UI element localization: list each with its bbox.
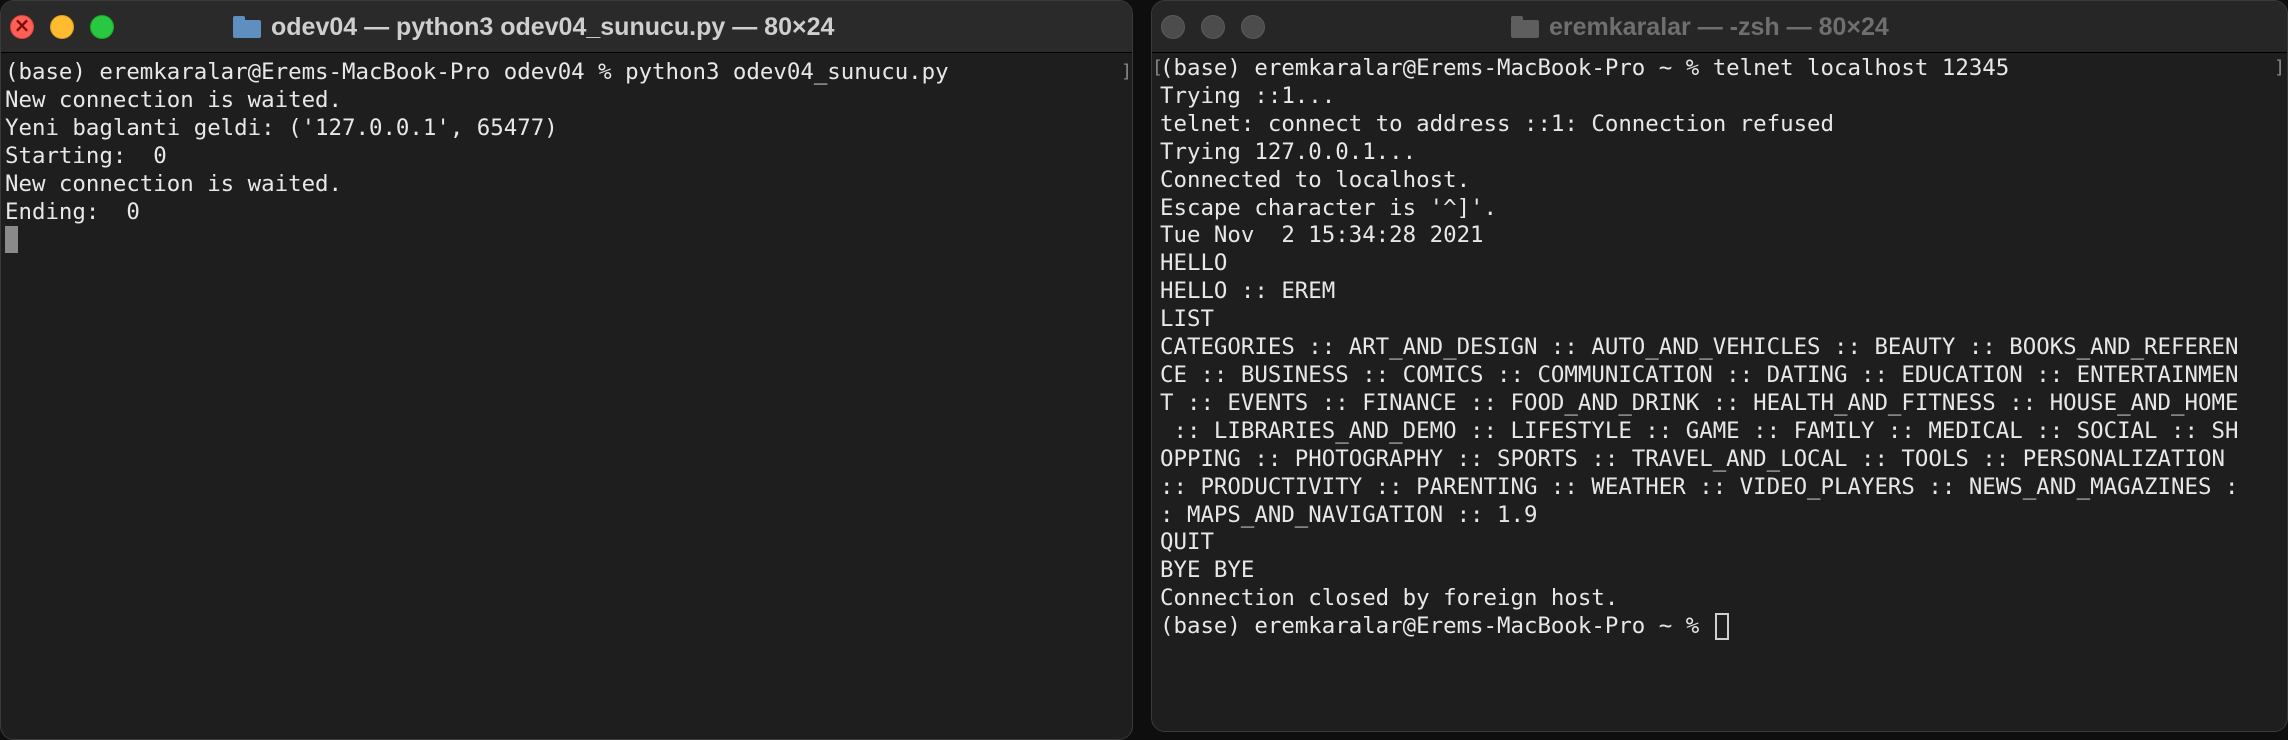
terminal-line: telnet: connect to address ::1: Connecti… — [1160, 110, 1835, 137]
window-title-text: eremkaralar — -zsh — 80×24 — [1549, 12, 1889, 41]
terminal-line: Trying 127.0.0.1... — [1160, 138, 1417, 165]
text-cursor — [5, 226, 18, 254]
terminal-line: Escape character is '^]'. — [1160, 194, 1498, 221]
maximize-button[interactable] — [1241, 15, 1265, 39]
terminal-line: HELLO — [1160, 250, 1228, 277]
terminal-line: Tue Nov 2 15:34:28 2021 — [1160, 222, 1484, 249]
terminal-line: : MAPS_AND_NAVIGATION :: 1.9 — [1160, 501, 1538, 528]
window-title: eremkaralar — -zsh — 80×24 — [1511, 1, 1889, 53]
terminal-line: OPPING :: PHOTOGRAPHY :: SPORTS :: TRAVE… — [1160, 445, 2239, 472]
titlebar[interactable]: odev04 — python3 odev04_sunucu.py — 80×2… — [1, 1, 1132, 53]
terminal-output[interactable]: (base) eremkaralar@Erems-MacBook-Pro ode… — [5, 59, 1132, 254]
minimize-button[interactable] — [50, 15, 74, 39]
window-title-text: odev04 — python3 odev04_sunucu.py — 80×2… — [271, 12, 835, 41]
terminal-line: (base) eremkaralar@Erems-MacBook-Pro ode… — [5, 59, 949, 85]
text-cursor — [1714, 613, 1729, 641]
terminal-line: New connection is waited. — [5, 86, 343, 113]
terminal-window-client[interactable]: eremkaralar — -zsh — 80×24 [ ] (base) er… — [1151, 0, 2288, 732]
terminal-line: (base) eremkaralar@Erems-MacBook-Pro ~ %… — [1160, 55, 2010, 81]
terminal-line: Trying ::1... — [1160, 82, 1336, 109]
terminal-line: QUIT — [1160, 529, 1214, 556]
terminal-line: CATEGORIES :: ART_AND_DESIGN :: AUTO_AND… — [1160, 334, 2239, 361]
terminal-line: Starting: 0 — [5, 142, 167, 169]
terminal-line: Connection closed by foreign host. — [1160, 585, 1619, 612]
window-title: odev04 — python3 odev04_sunucu.py — 80×2… — [233, 1, 834, 53]
maximize-button[interactable] — [90, 15, 114, 39]
terminal-line: (base) eremkaralar@Erems-MacBook-Pro ~ % — [1160, 613, 1713, 640]
folder-icon — [1511, 16, 1539, 38]
close-button[interactable] — [1161, 15, 1185, 39]
terminal-line: New connection is waited. — [5, 170, 343, 197]
terminal-line: Ending: 0 — [5, 198, 140, 225]
terminal-line: Connected to localhost. — [1160, 166, 1471, 193]
folder-icon — [233, 16, 261, 38]
titlebar[interactable]: eremkaralar — -zsh — 80×24 — [1152, 1, 2287, 53]
terminal-line: LIST — [1160, 306, 1214, 333]
terminal-line: T :: EVENTS :: FINANCE :: FOOD_AND_DRINK… — [1160, 389, 2239, 416]
terminal-line: Yeni baglanti geldi: ('127.0.0.1', 65477… — [5, 114, 558, 141]
terminal-window-server[interactable]: odev04 — python3 odev04_sunucu.py — 80×2… — [0, 0, 1133, 740]
terminal-output[interactable]: (base) eremkaralar@Erems-MacBook-Pro ~ %… — [1160, 55, 2287, 641]
terminal-line: CE :: BUSINESS :: COMICS :: COMMUNICATIO… — [1160, 361, 2239, 388]
terminal-line: HELLO :: EREM — [1160, 278, 1336, 305]
terminal-line: :: PRODUCTIVITY :: PARENTING :: WEATHER … — [1160, 473, 2239, 500]
close-button[interactable] — [10, 13, 34, 39]
minimize-button[interactable] — [1201, 15, 1225, 39]
terminal-line: :: LIBRARIES_AND_DEMO :: LIFESTYLE :: GA… — [1160, 417, 2239, 444]
terminal-line: BYE BYE — [1160, 557, 1255, 584]
